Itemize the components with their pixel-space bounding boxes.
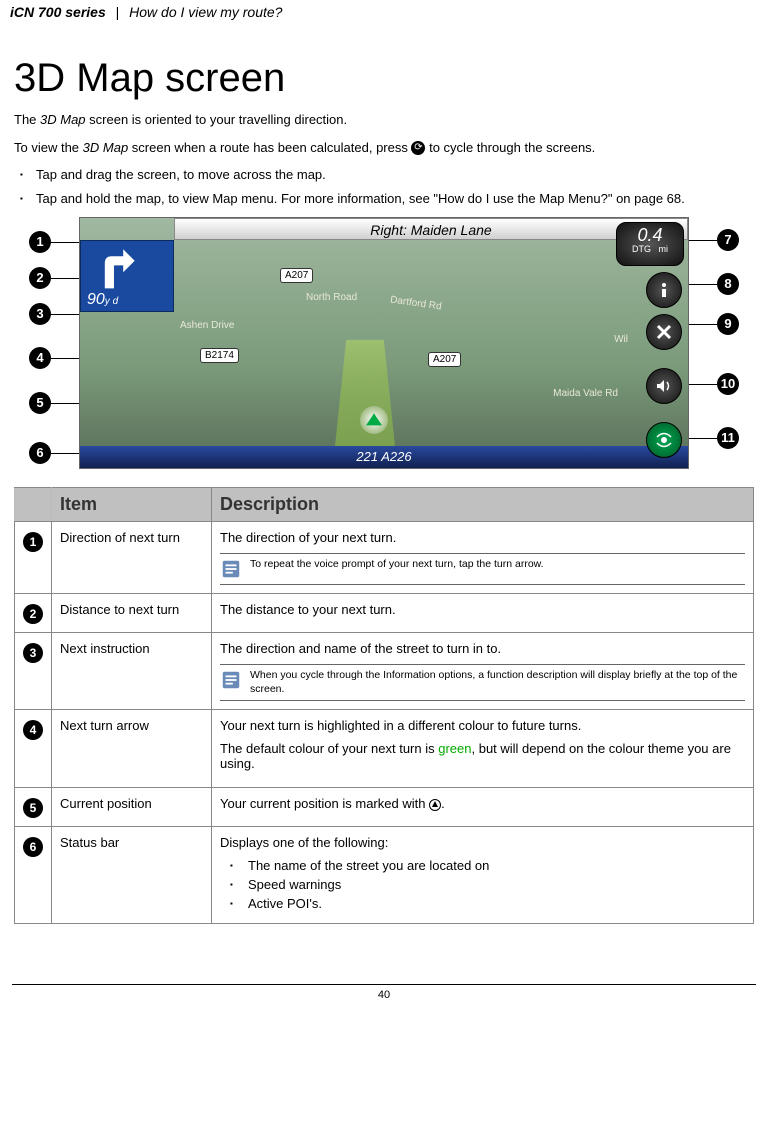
map-screenshot-figure: 1 2 3 4 5 6 7 8 9 10 11 Right: Maiden L: [29, 217, 739, 469]
row-number: 2: [23, 604, 43, 624]
row-number: 6: [23, 837, 43, 857]
instruction-list: Tap and drag the screen, to move across …: [14, 166, 754, 207]
header-separator: |: [110, 4, 126, 20]
street-label: North Road: [306, 292, 357, 303]
table-row: 6 Status bar Displays one of the followi…: [15, 827, 754, 924]
road-shield: A207: [428, 352, 461, 367]
table-row: 4 Next turn arrow Your next turn is high…: [15, 710, 754, 788]
item-name: Status bar: [52, 827, 212, 924]
cycle-icon: ⟳: [411, 141, 425, 155]
road-shield: A207: [280, 268, 313, 283]
table-row: 1 Direction of next turn The direction o…: [15, 522, 754, 594]
series-label: iCN 700 series: [10, 4, 106, 20]
list-item: Active POI's.: [248, 896, 745, 911]
street-label: Ashen Drive: [180, 320, 234, 331]
callout-11: 11: [717, 427, 739, 449]
road-shield: B2174: [200, 348, 239, 363]
table-header-item: Item: [52, 488, 212, 522]
info-button[interactable]: [646, 272, 682, 308]
table-header-description: Description: [212, 488, 754, 522]
dtg-badge[interactable]: 0.4 DTG mi: [616, 222, 684, 266]
callout-2: 2: [29, 267, 51, 289]
close-button[interactable]: [646, 314, 682, 350]
turn-right-arrow-icon: [91, 247, 137, 293]
page-title: 3D Map screen: [14, 56, 754, 101]
page-header: iCN 700 series | How do I view my route?: [0, 0, 768, 30]
item-name: Distance to next turn: [52, 594, 212, 633]
callout-6: 6: [29, 442, 51, 464]
map-3d-view[interactable]: Right: Maiden Lane 90y d A207 B2174 A207…: [79, 217, 689, 469]
item-description: Your current position is marked with .: [212, 788, 754, 827]
instruction-item: Tap and hold the map, to view Map menu. …: [36, 190, 754, 208]
item-description: The direction of your next turn. To repe…: [212, 522, 754, 594]
item-name: Current position: [52, 788, 212, 827]
row-number: 1: [23, 532, 43, 552]
current-position-marker: [360, 406, 388, 434]
item-name: Direction of next turn: [52, 522, 212, 594]
position-marker-icon: [429, 799, 441, 811]
item-description: The distance to your next turn.: [212, 594, 754, 633]
callout-5: 5: [29, 392, 51, 414]
item-description: Displays one of the following: The name …: [212, 827, 754, 924]
breadcrumb: How do I view my route?: [129, 4, 282, 20]
item-name: Next instruction: [52, 633, 212, 710]
list-item: Speed warnings: [248, 877, 745, 892]
table-header-icon: [15, 488, 52, 522]
row-number: 3: [23, 643, 43, 663]
callout-7: 7: [717, 229, 739, 251]
note-box: To repeat the voice prompt of your next …: [220, 553, 745, 585]
status-sublist: The name of the street you are located o…: [220, 858, 745, 911]
note-icon: [220, 669, 242, 691]
note-icon: [220, 558, 242, 580]
callout-10: 10: [717, 373, 739, 395]
item-description: The direction and name of the street to …: [212, 633, 754, 710]
row-number: 4: [23, 720, 43, 740]
table-row: 2 Distance to next turn The distance to …: [15, 594, 754, 633]
table-row: 5 Current position Your current position…: [15, 788, 754, 827]
table-row: 3 Next instruction The direction and nam…: [15, 633, 754, 710]
street-label: Wil: [614, 334, 628, 345]
street-label: Dartford Rd: [389, 295, 442, 313]
turn-direction-panel[interactable]: 90y d: [80, 240, 174, 312]
callout-9: 9: [717, 313, 739, 335]
list-item: The name of the street you are located o…: [248, 858, 745, 873]
row-number: 5: [23, 798, 43, 818]
callout-1: 1: [29, 231, 51, 253]
instruction-item: Tap and drag the screen, to move across …: [36, 166, 754, 184]
item-name: Next turn arrow: [52, 710, 212, 788]
reference-table: Item Description 1 Direction of next tur…: [14, 487, 754, 924]
street-label: Maida Vale Rd: [553, 388, 618, 399]
gps-button[interactable]: [646, 422, 682, 458]
callout-4: 4: [29, 347, 51, 369]
status-bar[interactable]: 221 A226: [80, 446, 688, 468]
volume-button[interactable]: [646, 368, 682, 404]
note-box: When you cycle through the Information o…: [220, 664, 745, 701]
callout-3: 3: [29, 303, 51, 325]
next-instruction-bar[interactable]: Right: Maiden Lane: [174, 218, 688, 240]
intro-paragraph-1: The 3D Map screen is oriented to your tr…: [14, 111, 754, 129]
item-description: Your next turn is highlighted in a diffe…: [212, 710, 754, 788]
intro-paragraph-2: To view the 3D Map screen when a route h…: [14, 139, 754, 157]
turn-distance: 90y d: [87, 291, 118, 309]
callout-8: 8: [717, 273, 739, 295]
page-number: 40: [0, 985, 768, 1011]
